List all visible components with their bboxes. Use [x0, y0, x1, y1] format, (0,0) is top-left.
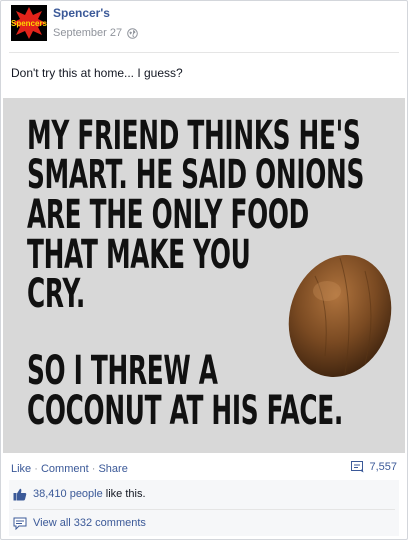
avatar-logo-text: Spencers [11, 19, 47, 28]
avatar[interactable]: Spencers [11, 5, 47, 41]
post-date[interactable]: September 27 [53, 27, 122, 39]
share-count[interactable]: 7,557 [351, 461, 397, 473]
spencers-logo-icon: Spencers [11, 5, 47, 41]
separator: · [34, 463, 38, 475]
likes-row: 38,410 people like this. [13, 483, 395, 505]
share-count-value: 7,557 [369, 461, 397, 473]
share-button[interactable]: Share [98, 463, 127, 475]
page-name-link[interactable]: Spencer's [53, 6, 110, 20]
feedback-box: 38,410 people like this. View all 332 co… [9, 480, 399, 536]
view-comments-link[interactable]: View all 332 comments [33, 517, 146, 529]
post-photo[interactable]: MY FRIEND THINKS HE'S SMART. HE SAID ONI… [3, 98, 405, 453]
post-actions: Like · Comment · Share [11, 463, 128, 475]
photo-text-line: MY FRIEND THINKS HE'S [27, 113, 361, 159]
photo-text-line: COCONUT AT HIS FACE. [27, 388, 343, 434]
like-button[interactable]: Like [11, 463, 31, 475]
comments-row: View all 332 comments [13, 509, 395, 534]
comment-icon [13, 517, 27, 530]
photo-text-line: CRY. [27, 271, 85, 317]
photo-text-line: SO I THREW A [27, 348, 218, 394]
photo-text-line: THAT MAKE YOU [27, 232, 251, 278]
thumbs-up-icon [13, 488, 27, 500]
separator: · [91, 463, 96, 475]
post-meta: September 27 [53, 27, 138, 39]
comment-button[interactable]: Comment [41, 463, 89, 475]
likes-count-link[interactable]: 38,410 people [33, 488, 103, 500]
likes-suffix: like this. [105, 488, 146, 500]
post-message: Don't try this at home... I guess? [11, 66, 183, 80]
share-icon [351, 461, 364, 473]
photo-text-line: ARE THE ONLY FOOD [27, 192, 309, 238]
post-card: Spencers Spencer's September 27 Don't tr… [0, 0, 408, 540]
header-divider [9, 52, 399, 53]
photo-text-line: SMART. HE SAID ONIONS [27, 152, 365, 198]
coconut-icon [288, 255, 392, 377]
globe-icon[interactable] [127, 27, 138, 39]
